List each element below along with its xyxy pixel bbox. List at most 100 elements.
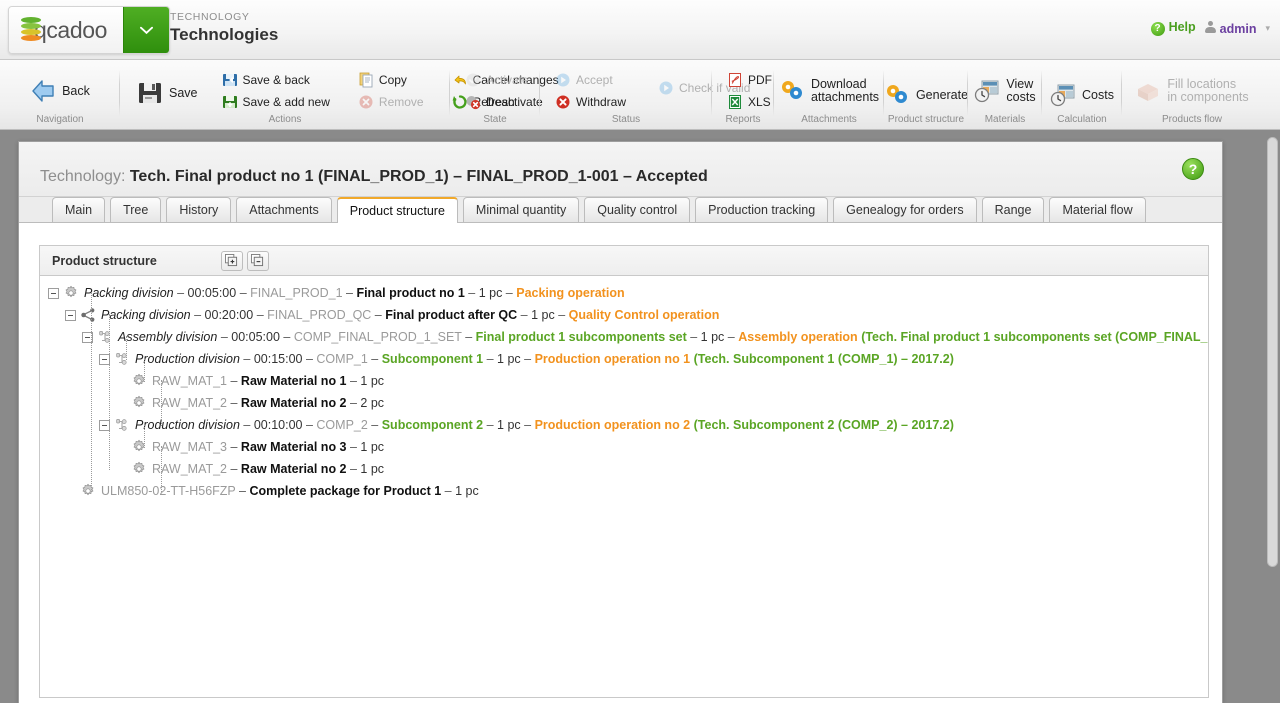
user-menu-chevron-down-icon[interactable]: ▾ — [1265, 23, 1270, 34]
header-kicker: TECHNOLOGY — [170, 11, 278, 23]
product-structure-panel-buttons — [221, 251, 269, 271]
tree-row-separator: – — [502, 286, 516, 300]
ribbon-group-label-attachments: Attachments — [774, 114, 884, 125]
tree-row-separator: – — [368, 418, 382, 432]
tree-row[interactable]: Production division – 00:10:00 – COMP_2 … — [40, 414, 1208, 436]
tab-bar: Main Tree History Attachments Product st… — [19, 197, 1222, 223]
save-floppy-icon — [137, 80, 163, 106]
remove-icon — [358, 94, 374, 110]
tree-row-product-name: Final product no 1 — [356, 286, 464, 300]
ribbon-group-label-reports: Reports — [712, 114, 774, 125]
tab-production-tracking[interactable]: Production tracking — [695, 197, 828, 222]
tree-row-code: ULM850-02-TT-H56FZP — [101, 484, 236, 498]
generate-button[interactable]: Generate — [875, 76, 977, 114]
chevron-down-icon — [140, 26, 153, 35]
download-attachments-button[interactable]: Download attachments — [770, 72, 888, 110]
product-structure-panel: Product structure — [39, 245, 1209, 698]
ribbon-group-reports: PDF XLS Reports — [712, 64, 774, 126]
activate-label: Activate — [486, 73, 529, 87]
tree-row-text: ULM850-02-TT-H56FZP – Complete package f… — [101, 480, 479, 502]
tab-material-flow[interactable]: Material flow — [1049, 197, 1145, 222]
product-structure-panel-title: Product structure — [52, 254, 157, 268]
help-link[interactable]: ?Help — [1151, 20, 1196, 36]
tree-row-separator: – — [236, 286, 250, 300]
expand-all-icon — [225, 254, 238, 267]
tree-row-spacer — [65, 486, 76, 497]
ribbon-group-status: Accept Withdraw Check if valid Stat — [540, 64, 712, 126]
save-and-back-button[interactable]: Save & back — [215, 70, 337, 90]
tree-row-time: 00:20:00 — [205, 308, 254, 322]
user-menu[interactable]: admin — [1205, 21, 1257, 36]
tree-row[interactable]: ULM850-02-TT-H56FZP – Complete package f… — [40, 480, 1208, 502]
ribbon-group-actions: Save Save & back Save & add new — [120, 64, 450, 126]
tab-tree[interactable]: Tree — [110, 197, 161, 222]
tree-row-quantity: 1 pc — [360, 374, 384, 388]
tab-product-structure[interactable]: Product structure — [337, 197, 458, 223]
tree-row-separator: – — [343, 286, 357, 300]
tree-row-operation: Production operation no 1 — [535, 352, 691, 366]
tree-row[interactable]: Assembly division – 00:05:00 – COMP_FINA… — [40, 326, 1208, 348]
tab-history[interactable]: History — [166, 197, 231, 222]
tree-row[interactable]: RAW_MAT_2 – Raw Material no 2 – 2 pc — [40, 392, 1208, 414]
back-button[interactable]: Back — [21, 72, 99, 110]
tree-row[interactable]: Packing division – 00:05:00 – FINAL_PROD… — [40, 282, 1208, 304]
copy-label: Copy — [379, 73, 407, 87]
tree-row-separator: – — [521, 352, 535, 366]
tree-row-separator: – — [191, 308, 205, 322]
tree-row-separator: – — [371, 308, 385, 322]
tree-row[interactable]: Production division – 00:15:00 – COMP_1 … — [40, 348, 1208, 370]
withdraw-icon — [555, 94, 571, 110]
brand-dropdown-button[interactable] — [123, 7, 169, 53]
tree-row-text: Production division – 00:10:00 – COMP_2 … — [135, 414, 954, 436]
collapse-all-button[interactable] — [247, 251, 269, 271]
expand-all-button[interactable] — [221, 251, 243, 271]
deactivate-label: Deactivate — [486, 95, 543, 109]
tree-row[interactable]: RAW_MAT_3 – Raw Material no 3 – 1 pc — [40, 436, 1208, 458]
tree-row-separator: – — [368, 352, 382, 366]
product-structure-tree: Packing division – 00:05:00 – FINAL_PROD… — [40, 276, 1208, 697]
save-label: Save — [169, 86, 198, 100]
brand-logo-main[interactable]: qcadoo — [9, 7, 123, 53]
ribbon-group-label-calculation: Calculation — [1042, 114, 1122, 125]
tree-row-product-name: Subcomponent 1 — [382, 352, 483, 366]
context-help-button[interactable]: ? — [1182, 158, 1204, 180]
tab-attachments[interactable]: Attachments — [236, 197, 331, 222]
view-costs-button[interactable]: View costs — [965, 72, 1044, 110]
tree-row-separator: – — [483, 418, 497, 432]
tab-minimal-quantity[interactable]: Minimal quantity — [463, 197, 579, 222]
tree-row-quantity: 1 pc — [360, 462, 384, 476]
window-header: Technology: Tech. Final product no 1 (FI… — [19, 142, 1222, 197]
copy-button[interactable]: Copy — [351, 70, 431, 90]
tree-row-separator: – — [227, 440, 241, 454]
brand-logo[interactable]: qcadoo — [8, 6, 170, 54]
deactivate-button[interactable]: Deactivate — [458, 92, 550, 112]
ribbon-group-state: Activate Deactivate State — [450, 64, 540, 126]
gear-icon — [80, 483, 96, 499]
tab-main[interactable]: Main — [52, 197, 105, 222]
tree-row-operation: Packing operation — [516, 286, 624, 300]
tab-quality-control[interactable]: Quality control — [584, 197, 690, 222]
save-button[interactable]: Save — [128, 74, 207, 112]
tab-genealogy-for-orders[interactable]: Genealogy for orders — [833, 197, 976, 222]
tree-row[interactable]: RAW_MAT_1 – Raw Material no 1 – 1 pc — [40, 370, 1208, 392]
ribbon-group-products-flow: Fill locations in components Products fl… — [1122, 64, 1262, 126]
tree-toggle-button[interactable] — [48, 288, 59, 299]
tab-range[interactable]: Range — [982, 197, 1045, 222]
tree-row-separator: – — [253, 308, 267, 322]
tree-row[interactable]: Packing division – 00:20:00 – FINAL_PROD… — [40, 304, 1208, 326]
save-and-add-new-button[interactable]: Save & add new — [215, 92, 337, 112]
gear-icon — [131, 461, 147, 477]
tree-row-time: 00:05:00 — [231, 330, 280, 344]
tree-toggle-button[interactable] — [65, 310, 76, 321]
tree-row-separator: – — [687, 330, 701, 344]
tree-row-text: RAW_MAT_1 – Raw Material no 1 – 1 pc — [152, 370, 384, 392]
xls-label: XLS — [748, 95, 771, 109]
tree-row-separator: – — [217, 330, 231, 344]
costs-button[interactable]: Costs — [1041, 76, 1123, 114]
tree-row[interactable]: RAW_MAT_2 – Raw Material no 2 – 1 pc — [40, 458, 1208, 480]
copy-icon — [358, 72, 374, 88]
tree-row-product-name: Raw Material no 2 — [241, 462, 347, 476]
withdraw-button[interactable]: Withdraw — [548, 92, 633, 112]
fill-locations-icon — [1135, 78, 1161, 104]
page-scrollbar-thumb[interactable] — [1267, 137, 1278, 567]
